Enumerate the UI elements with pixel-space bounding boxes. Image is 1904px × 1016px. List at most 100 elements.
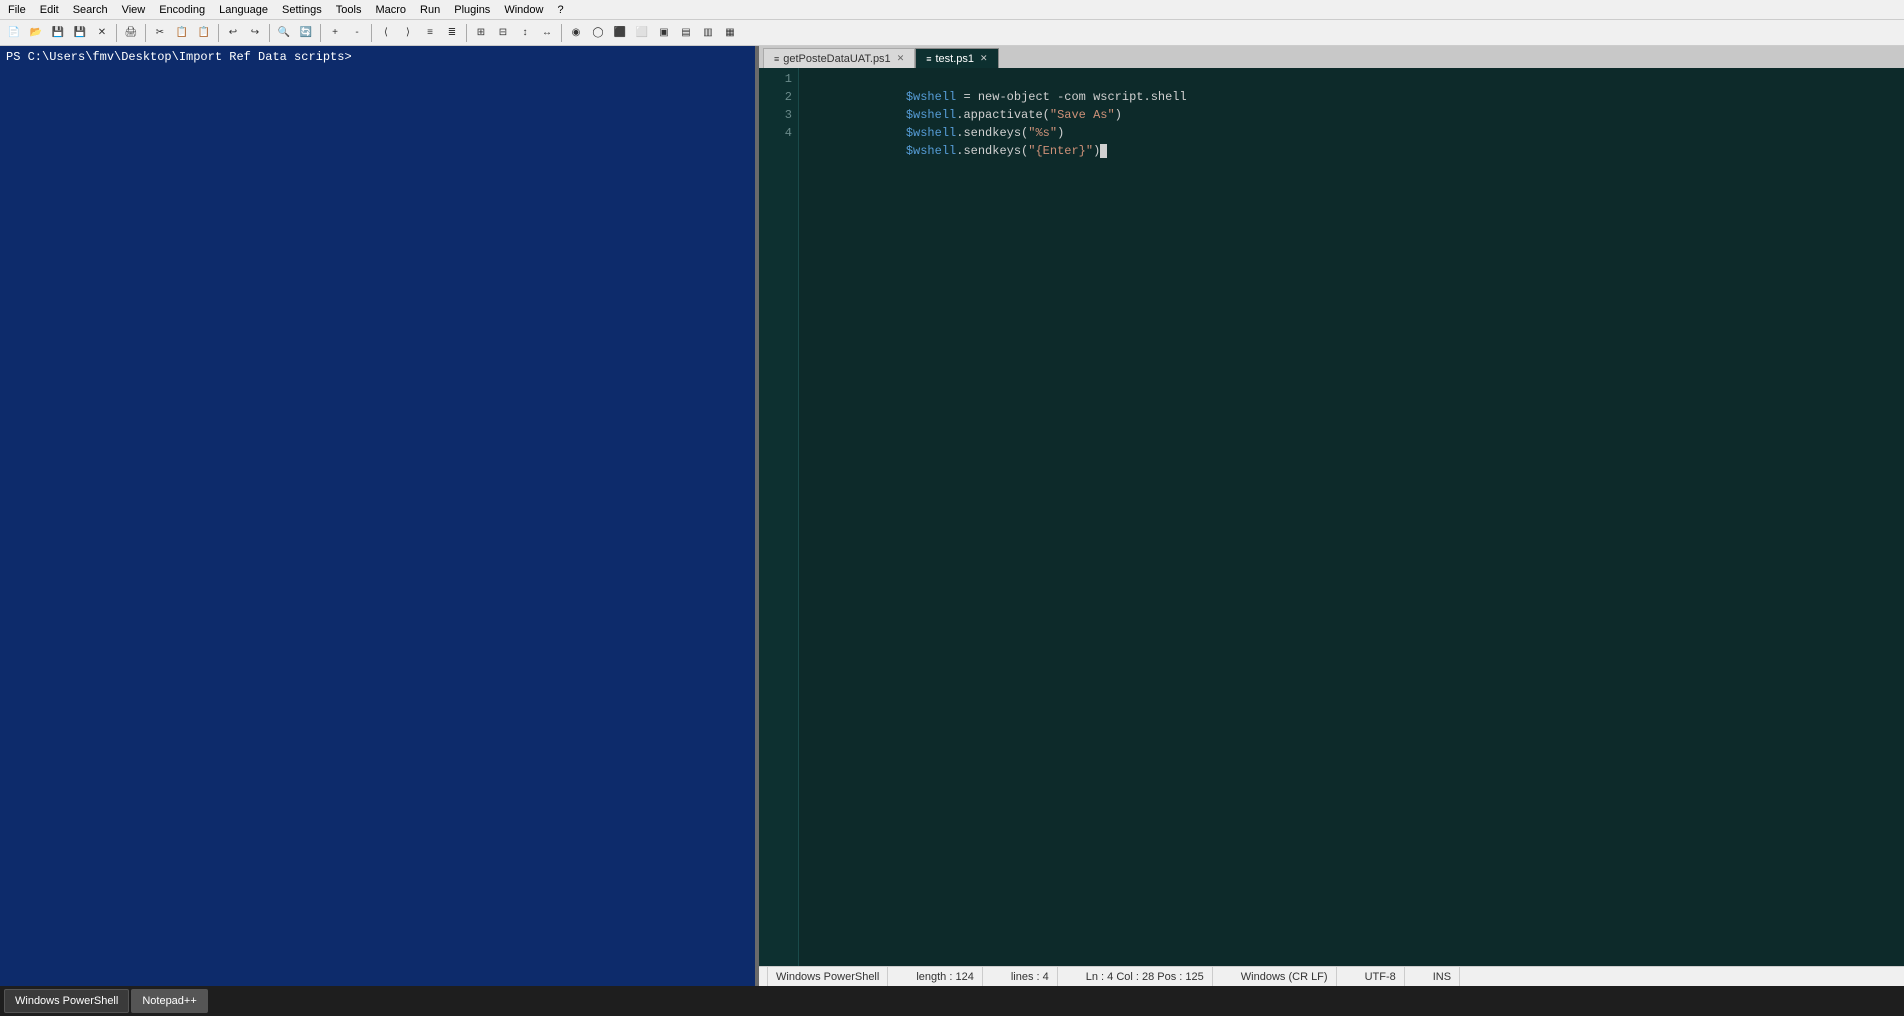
status-shell: Windows PowerShell (767, 967, 888, 986)
toolbar-separator-3 (218, 24, 219, 42)
toolbar-print[interactable]: 🖨 (121, 23, 141, 43)
toolbar-separator-6 (371, 24, 372, 42)
tab-label-1: getPosteDataUAT.ps1 (783, 53, 890, 65)
menu-bar: File Edit Search View Encoding Language … (0, 0, 1904, 20)
toolbar-b3[interactable]: ≡ (420, 23, 440, 43)
code-close-3: ) (1057, 126, 1064, 140)
menu-run[interactable]: Run (414, 2, 446, 18)
code-editor[interactable]: 1 2 3 4 $wshell = new-object -com wscrip… (759, 68, 1904, 966)
menu-tools[interactable]: Tools (330, 2, 368, 18)
editor-panel: ≡ getPosteDataUAT.ps1 ✕ ≡ test.ps1 ✕ 1 2 (759, 46, 1904, 986)
toolbar: 📄 📂 💾 💾 ✕ 🖨 ✂ 📋 📋 ↩ ↪ 🔍 🔄 + - ⟨ ⟩ ≡ ≣ (0, 20, 1904, 46)
code-line-1: $wshell = new-object -com wscript.shell (805, 70, 1898, 88)
menu-window[interactable]: Window (498, 2, 549, 18)
toolbar-b16[interactable]: ▦ (720, 23, 740, 43)
line-num-1: 1 (761, 70, 792, 88)
toolbar-b6[interactable]: ⊟ (493, 23, 513, 43)
toolbar-separator-1 (116, 24, 117, 42)
status-length: length : 124 (908, 967, 983, 986)
menu-search[interactable]: Search (67, 2, 114, 18)
code-area[interactable]: $wshell = new-object -com wscript.shell … (799, 68, 1904, 966)
toolbar-b11[interactable]: ⬛ (610, 23, 630, 43)
toolbar-b12[interactable]: ⬜ (632, 23, 652, 43)
line-num-4: 4 (761, 124, 792, 142)
toolbar-separator-5 (320, 24, 321, 42)
code-kw-1: new-object (978, 90, 1050, 104)
code-op-1: = (956, 90, 978, 104)
toolbar-b4[interactable]: ≣ (442, 23, 462, 43)
menu-edit[interactable]: Edit (34, 2, 65, 18)
toolbar-b14[interactable]: ▤ (676, 23, 696, 43)
tab-bar: ≡ getPosteDataUAT.ps1 ✕ ≡ test.ps1 ✕ (759, 46, 1904, 68)
toolbar-separator-2 (145, 24, 146, 42)
toolbar-redo[interactable]: ↪ (245, 23, 265, 43)
tab-test[interactable]: ≡ test.ps1 ✕ (915, 48, 998, 68)
code-method-2: .appactivate( (956, 108, 1050, 122)
tab-icon-1: ≡ (774, 54, 779, 64)
text-cursor (1100, 144, 1107, 158)
toolbar-separator-4 (269, 24, 270, 42)
menu-plugins[interactable]: Plugins (448, 2, 496, 18)
tab-getpostedatauat[interactable]: ≡ getPosteDataUAT.ps1 ✕ (763, 48, 915, 68)
toolbar-cut[interactable]: ✂ (150, 23, 170, 43)
toolbar-b10[interactable]: ◯ (588, 23, 608, 43)
toolbar-b7[interactable]: ↕ (515, 23, 535, 43)
toolbar-saveall[interactable]: 💾 (70, 23, 90, 43)
toolbar-b1[interactable]: ⟨ (376, 23, 396, 43)
toolbar-paste[interactable]: 📋 (194, 23, 214, 43)
code-str-3: "%s" (1028, 126, 1057, 140)
code-var-3: $wshell (906, 126, 956, 140)
status-position: Ln : 4 Col : 28 Pos : 125 (1078, 967, 1213, 986)
line-num-2: 2 (761, 88, 792, 106)
toolbar-b5[interactable]: ⊞ (471, 23, 491, 43)
toolbar-b9[interactable]: ◉ (566, 23, 586, 43)
tab-close-2[interactable]: ✕ (980, 53, 988, 64)
toolbar-save[interactable]: 💾 (48, 23, 68, 43)
code-var-2: $wshell (906, 108, 956, 122)
toolbar-undo[interactable]: ↩ (223, 23, 243, 43)
toolbar-b8[interactable]: ↔ (537, 23, 557, 43)
terminal-panel[interactable]: PS C:\Users\fmv\Desktop\Import Ref Data … (0, 46, 755, 986)
tab-close-1[interactable]: ✕ (897, 53, 905, 64)
toolbar-new[interactable]: 📄 (4, 23, 24, 43)
menu-view[interactable]: View (116, 2, 152, 18)
toolbar-zoomin[interactable]: + (325, 23, 345, 43)
code-str-2: "Save As" (1050, 108, 1115, 122)
status-lineending: Windows (CR LF) (1233, 967, 1337, 986)
line-numbers: 1 2 3 4 (759, 68, 799, 966)
toolbar-find[interactable]: 🔍 (274, 23, 294, 43)
menu-encoding[interactable]: Encoding (153, 2, 211, 18)
code-close-2: ) (1115, 108, 1122, 122)
menu-help[interactable]: ? (551, 2, 569, 18)
code-text-1: -com wscript.shell (1050, 90, 1187, 104)
toolbar-copy[interactable]: 📋 (172, 23, 192, 43)
status-lines: lines : 4 (1003, 967, 1058, 986)
line-num-3: 3 (761, 106, 792, 124)
windows-taskbar: Windows PowerShell Notepad++ (0, 986, 1904, 1016)
toolbar-separator-7 (466, 24, 467, 42)
code-method-4: .sendkeys( (956, 144, 1028, 158)
code-method-3: .sendkeys( (956, 126, 1028, 140)
code-var-4: $wshell (906, 144, 956, 158)
status-encoding: UTF-8 (1357, 967, 1405, 986)
toolbar-replace[interactable]: 🔄 (296, 23, 316, 43)
taskbar-notepadpp[interactable]: Notepad++ (131, 989, 207, 1013)
toolbar-b13[interactable]: ▣ (654, 23, 674, 43)
status-bar: Windows PowerShell length : 124 lines : … (759, 966, 1904, 986)
terminal-prompt: PS C:\Users\fmv\Desktop\Import Ref Data … (6, 50, 352, 64)
toolbar-zoomout[interactable]: - (347, 23, 367, 43)
menu-settings[interactable]: Settings (276, 2, 328, 18)
menu-macro[interactable]: Macro (369, 2, 412, 18)
menu-language[interactable]: Language (213, 2, 274, 18)
toolbar-open[interactable]: 📂 (26, 23, 46, 43)
menu-file[interactable]: File (2, 2, 32, 18)
tab-icon-2: ≡ (926, 54, 931, 64)
toolbar-close[interactable]: ✕ (92, 23, 112, 43)
code-str-4: "{Enter}" (1028, 144, 1093, 158)
code-var-1: $wshell (906, 90, 956, 104)
status-mode: INS (1425, 967, 1460, 986)
toolbar-b2[interactable]: ⟩ (398, 23, 418, 43)
taskbar-powershell[interactable]: Windows PowerShell (4, 989, 129, 1013)
toolbar-b15[interactable]: ▥ (698, 23, 718, 43)
toolbar-separator-8 (561, 24, 562, 42)
